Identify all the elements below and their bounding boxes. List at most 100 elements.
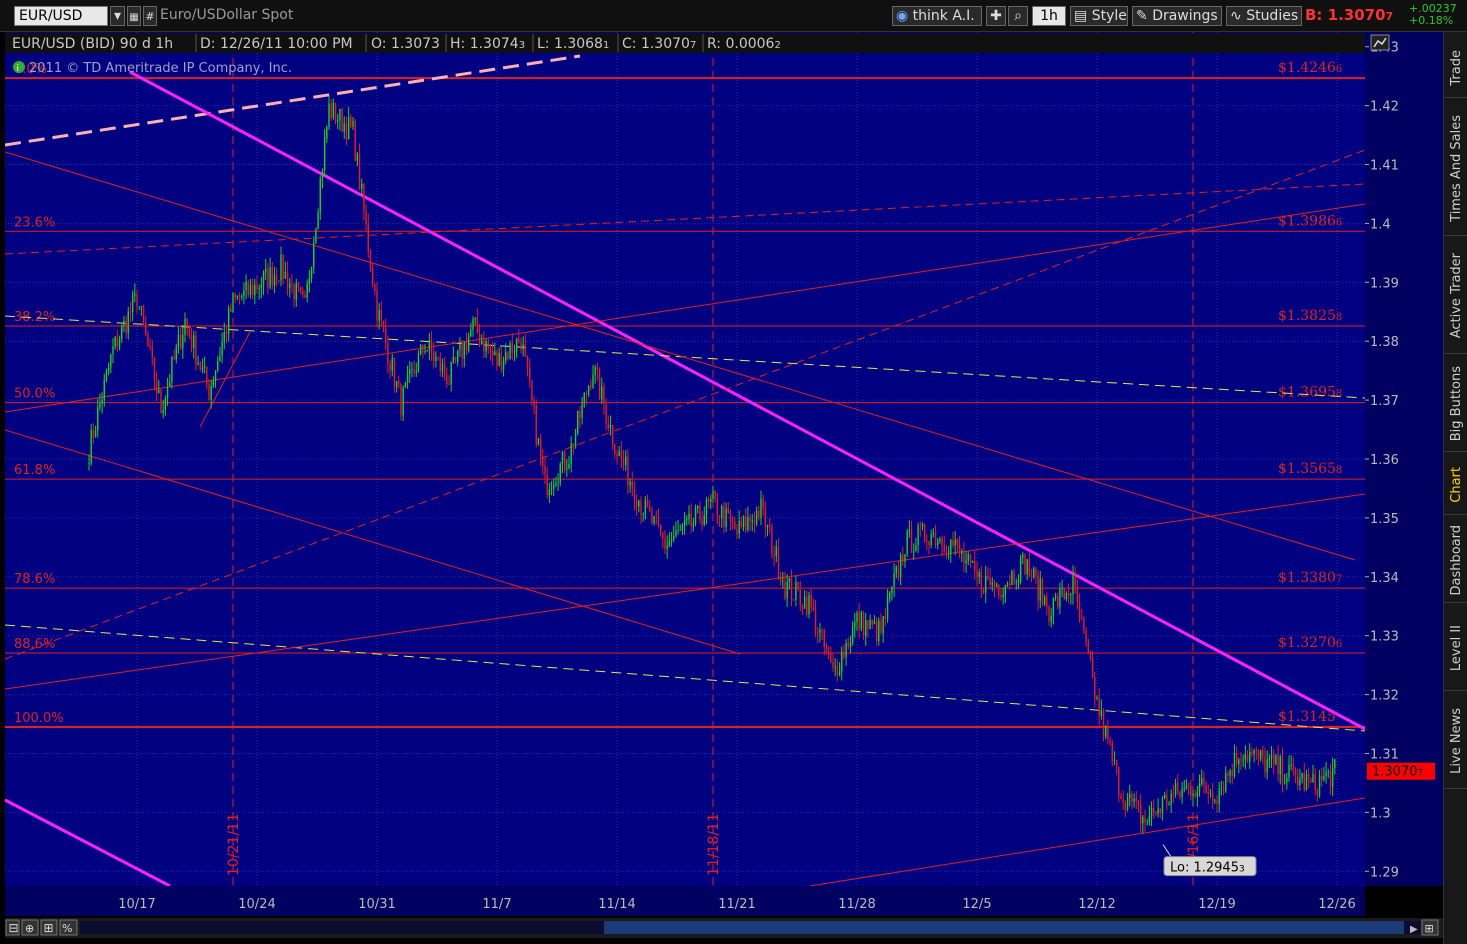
candle-body bbox=[478, 333, 481, 345]
fib-level-price: $1.33807 bbox=[1278, 570, 1342, 586]
fib-level-price: $1.36958 bbox=[1278, 385, 1342, 401]
candle-body bbox=[605, 404, 607, 423]
plus-icon: ⊞ bbox=[44, 921, 54, 935]
chart-canvas[interactable]: 10/21/11 11/18/11 12/16/11 0.0% $1.4246623.… bbox=[0, 32, 1443, 944]
candle-body bbox=[306, 283, 308, 299]
candle-body bbox=[1030, 575, 1033, 578]
candle-body bbox=[969, 554, 972, 563]
date-marker-label: 11/18/11 bbox=[706, 813, 722, 876]
chart-settings-button[interactable] bbox=[1370, 34, 1390, 51]
candle-body bbox=[491, 350, 494, 356]
candle-body bbox=[1316, 789, 1319, 796]
candle-body bbox=[409, 369, 411, 374]
x-tick-label: 12/5 bbox=[962, 897, 991, 912]
candle-body bbox=[1318, 775, 1321, 796]
think-ai-button[interactable]: ◉ think A.I. bbox=[892, 6, 982, 26]
symbol-dropdown-button[interactable]: ▾ bbox=[110, 6, 125, 26]
candle-body bbox=[738, 520, 740, 535]
candle-body bbox=[134, 293, 136, 296]
candle-body bbox=[230, 308, 232, 313]
candle-body bbox=[245, 281, 247, 290]
side-tab-active-trader[interactable]: Active Trader bbox=[1444, 239, 1467, 354]
symbol-bookmark-button[interactable]: # bbox=[143, 6, 157, 26]
candle-body bbox=[1214, 800, 1216, 802]
chart-header: EUR/USD (BID) 90 d 1h D: 12/26/11 10:00 … bbox=[5, 33, 1365, 53]
candle-body bbox=[1292, 764, 1295, 771]
candle-body bbox=[808, 595, 810, 615]
candle-body bbox=[614, 443, 616, 454]
candle-body bbox=[1089, 653, 1092, 659]
candle-body bbox=[1246, 754, 1249, 762]
candle-body bbox=[971, 561, 974, 563]
candle-body bbox=[330, 103, 332, 118]
candle-body bbox=[609, 424, 612, 428]
time-axis[interactable] bbox=[5, 886, 1365, 916]
y-tick-label: 1.34 bbox=[1370, 571, 1399, 586]
drawings-menu[interactable]: ✎ Drawings bbox=[1132, 6, 1222, 26]
candle-body bbox=[513, 351, 516, 353]
candle-body bbox=[1170, 793, 1172, 805]
candle-body bbox=[531, 380, 533, 401]
candle-body bbox=[653, 516, 655, 524]
side-tab-trade[interactable]: Trade bbox=[1444, 38, 1467, 98]
candle-body bbox=[175, 346, 177, 360]
candle-body bbox=[1078, 602, 1081, 618]
candle-body bbox=[422, 344, 424, 353]
x-tick-label: 11/7 bbox=[482, 897, 511, 912]
candle-body bbox=[1118, 766, 1120, 796]
candle-body bbox=[618, 451, 620, 457]
candle-body bbox=[777, 546, 780, 578]
candle-body bbox=[899, 554, 902, 577]
candle-body bbox=[470, 329, 472, 337]
candle-body bbox=[718, 516, 721, 519]
candle-body bbox=[223, 332, 225, 343]
candle-body bbox=[1028, 559, 1031, 576]
x-tick-label: 10/31 bbox=[358, 897, 395, 912]
candle-body bbox=[1334, 759, 1336, 769]
symbol-link-button[interactable]: ▦ bbox=[127, 6, 141, 26]
side-tab-times-and-sales[interactable]: Times And Sales bbox=[1444, 101, 1467, 236]
candle-body bbox=[1196, 791, 1199, 797]
grid-icon: ▦ bbox=[129, 12, 139, 23]
candle-body bbox=[773, 554, 775, 556]
candle-body bbox=[238, 296, 241, 298]
candle-body bbox=[97, 407, 99, 431]
period-selector[interactable]: 1h bbox=[1032, 6, 1066, 26]
side-tab-dashboard[interactable]: Dashboard bbox=[1444, 518, 1467, 603]
candle-body bbox=[304, 294, 306, 299]
candle-body bbox=[125, 320, 127, 333]
candle-body bbox=[725, 508, 727, 528]
scroll-thumb[interactable] bbox=[604, 921, 1404, 934]
candle-body bbox=[524, 344, 527, 357]
candle-body bbox=[158, 389, 160, 393]
candle-body bbox=[701, 519, 703, 526]
candle-body bbox=[1233, 752, 1236, 777]
side-tab-level-ii[interactable]: Level II bbox=[1444, 606, 1467, 691]
candle-body bbox=[736, 528, 738, 535]
candle-body bbox=[317, 212, 319, 230]
side-tab-chart[interactable]: Chart bbox=[1444, 455, 1467, 515]
y-tick-label: 1.38 bbox=[1370, 335, 1399, 350]
price-chart[interactable]: 10/21/11 11/18/11 12/16/11 0.0% $1.42466 23.… bbox=[0, 32, 1443, 944]
side-tab-big-buttons[interactable]: Big Buttons bbox=[1444, 357, 1467, 452]
candle-body bbox=[302, 290, 304, 295]
candle-body bbox=[1314, 773, 1316, 790]
candle-body bbox=[1229, 770, 1231, 776]
style-menu[interactable]: ▤ Style bbox=[1070, 6, 1128, 26]
candle-body bbox=[518, 338, 520, 343]
zoom-tool-button[interactable]: ⌕ bbox=[1008, 6, 1028, 26]
bottom-scrollbar[interactable]: ⊟ ⊕ ⊞ % ▶ ⊞ bbox=[5, 918, 1443, 938]
studies-menu[interactable]: ∿ Studies bbox=[1226, 6, 1302, 26]
candle-body bbox=[897, 567, 900, 577]
scroll-right-icon[interactable]: ▶ bbox=[1410, 924, 1418, 935]
candle-body bbox=[775, 546, 777, 556]
candle-body bbox=[786, 582, 788, 599]
candle-body bbox=[214, 370, 217, 381]
crosshair-tool-button[interactable]: ✚ bbox=[986, 6, 1006, 26]
candle-body bbox=[895, 567, 897, 574]
symbol-input[interactable]: EUR/USD bbox=[14, 6, 108, 26]
side-tab-live-news[interactable]: Live News bbox=[1444, 694, 1467, 789]
candle-body bbox=[1163, 794, 1166, 799]
candle-body bbox=[851, 627, 854, 643]
candle-body bbox=[891, 586, 893, 593]
